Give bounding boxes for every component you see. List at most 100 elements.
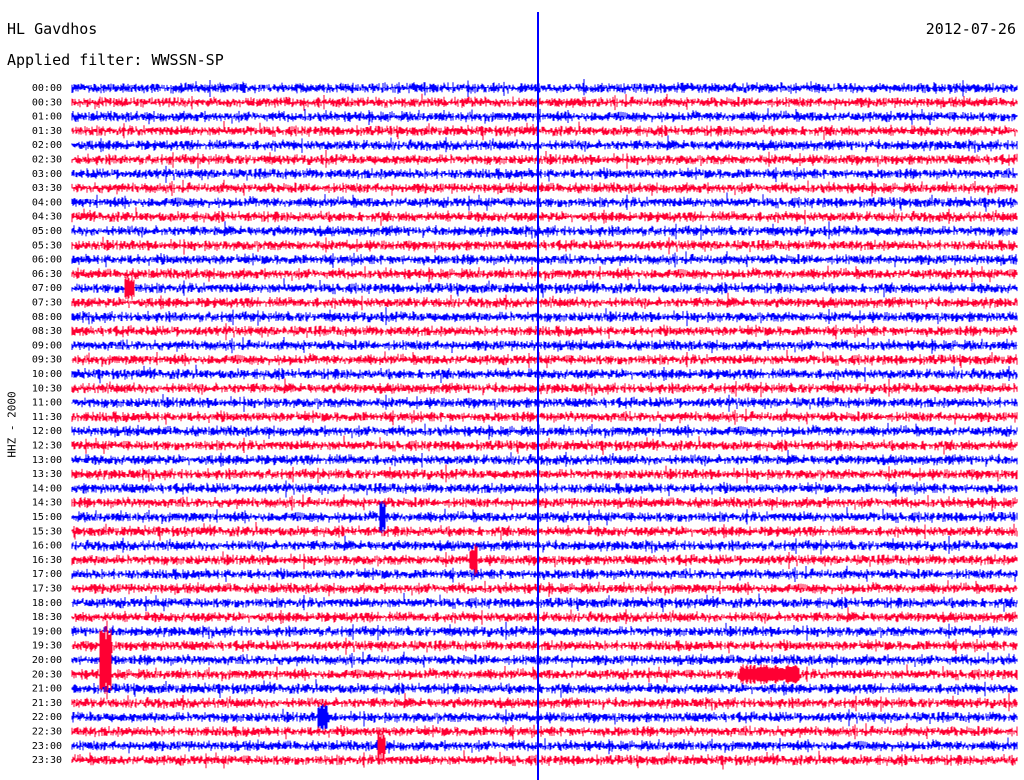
trace-line	[71, 364, 1018, 384]
time-label: 03:00	[32, 169, 62, 180]
time-label: 09:30	[32, 355, 62, 366]
time-label: 08:00	[32, 312, 62, 323]
trace-line	[71, 292, 1018, 311]
time-label: 02:30	[32, 155, 62, 166]
time-label: 14:00	[32, 483, 62, 494]
time-label: 01:00	[32, 112, 62, 123]
trace-line	[71, 251, 1018, 268]
trace-line	[71, 551, 1018, 570]
time-label: 19:30	[32, 641, 62, 652]
time-label: 18:00	[32, 598, 62, 609]
trace-line	[71, 408, 1018, 426]
trace-line	[71, 651, 1018, 668]
time-label: 20:30	[32, 669, 62, 680]
time-label: 22:30	[32, 727, 62, 738]
time-label: 22:00	[32, 712, 62, 723]
time-label: 20:00	[32, 655, 62, 666]
time-label: 05:30	[32, 240, 62, 251]
time-label: 08:30	[32, 326, 62, 337]
trace-group	[71, 79, 1018, 770]
time-label: 21:00	[32, 684, 62, 695]
time-label: 01:30	[32, 126, 62, 137]
time-label: 16:00	[32, 541, 62, 552]
time-label: 04:00	[32, 197, 62, 208]
time-label: 12:00	[32, 426, 62, 437]
trace-line	[71, 207, 1018, 226]
trace-line	[71, 93, 1018, 111]
event-trace	[379, 501, 386, 533]
time-label-group: 00:00 00:30 01:00 01:30 02:00 02:30 03:00 03:30…	[32, 83, 62, 766]
time-label: 21:30	[32, 698, 62, 709]
time-label: 09:00	[32, 340, 62, 351]
trace-line	[71, 79, 1018, 97]
trace-line	[71, 592, 1018, 613]
trace-line	[71, 108, 1018, 125]
trace-line	[71, 165, 1018, 183]
trace-line	[71, 737, 1018, 755]
trace-line	[71, 394, 1018, 412]
trace-line	[71, 723, 1018, 740]
event-trace	[739, 664, 800, 685]
trace-line	[71, 337, 1018, 354]
trace-line	[71, 480, 1018, 498]
trace-line	[71, 435, 1018, 455]
trace-line	[71, 278, 1018, 298]
trace-line	[71, 664, 1018, 683]
event-trace	[317, 704, 328, 731]
time-label: 02:00	[32, 140, 62, 151]
time-label: 15:30	[32, 526, 62, 537]
time-label: 13:00	[32, 455, 62, 466]
time-label: 07:00	[32, 283, 62, 294]
trace-line	[71, 621, 1018, 641]
helicorder-plot: 00:00 00:30 01:00 01:30 02:00 02:30 03:00 03:30…	[32, 12, 1018, 780]
trace-line	[71, 378, 1018, 398]
trace-line	[71, 179, 1018, 197]
trace-line	[71, 637, 1018, 655]
time-label: 00:00	[32, 83, 62, 94]
trace-line	[71, 450, 1018, 468]
time-label: 06:00	[32, 255, 62, 266]
time-label: 17:00	[32, 569, 62, 580]
time-label: 18:30	[32, 612, 62, 623]
trace-line	[71, 135, 1018, 153]
trace-line	[71, 607, 1018, 625]
trace-line	[71, 507, 1018, 526]
trace-line	[71, 192, 1018, 212]
trace-line	[71, 422, 1018, 440]
trace-line	[71, 265, 1018, 283]
time-label: 14:30	[32, 498, 62, 509]
trace-line	[71, 349, 1018, 369]
trace-line	[71, 535, 1018, 555]
time-label: 07:30	[32, 298, 62, 309]
trace-line	[71, 565, 1018, 583]
time-label: 13:30	[32, 469, 62, 480]
trace-line	[71, 149, 1018, 169]
time-label: 04:30	[32, 212, 62, 223]
time-label: 11:30	[32, 412, 62, 423]
time-label: 10:00	[32, 369, 62, 380]
trace-line	[71, 750, 1018, 770]
time-label: 23:00	[32, 741, 62, 752]
trace-line	[71, 236, 1018, 255]
time-label: 03:30	[32, 183, 62, 194]
trace-line	[71, 708, 1018, 727]
trace-line	[71, 494, 1018, 512]
time-label: 19:00	[32, 626, 62, 637]
trace-line	[71, 522, 1018, 541]
trace-line	[71, 121, 1018, 141]
trace-line	[71, 679, 1018, 698]
event-trace	[377, 731, 386, 760]
event-trace	[124, 276, 135, 300]
time-label: 05:00	[32, 226, 62, 237]
trace-line	[71, 464, 1018, 484]
time-label: 23:30	[32, 755, 62, 766]
time-label: 00:30	[32, 97, 62, 108]
time-label: 11:00	[32, 398, 62, 409]
trace-line	[71, 221, 1018, 240]
time-label: 10:30	[32, 383, 62, 394]
time-label: 12:30	[32, 441, 62, 452]
trace-line	[71, 580, 1018, 597]
time-label: 06:30	[32, 269, 62, 280]
trace-line	[71, 307, 1018, 327]
time-label: 16:30	[32, 555, 62, 566]
